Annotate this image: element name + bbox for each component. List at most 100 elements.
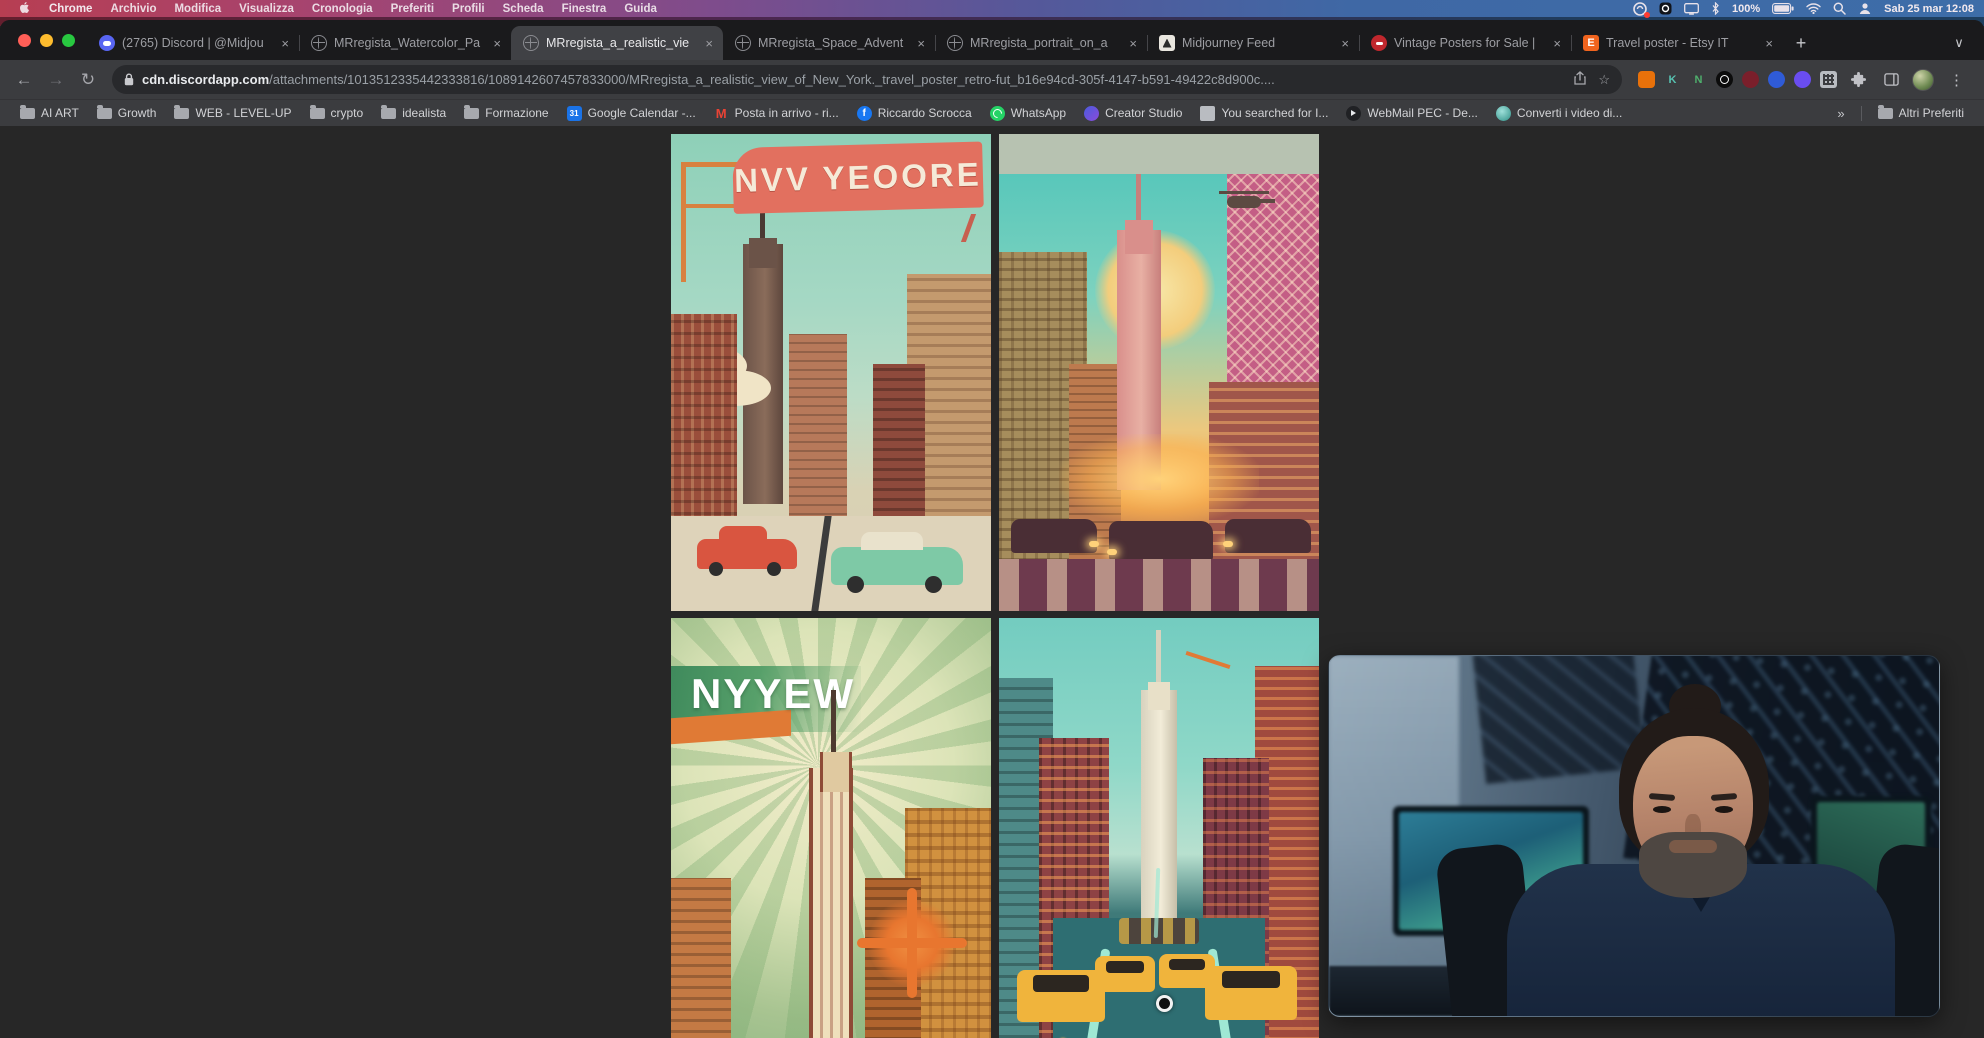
globe-favicon [311, 35, 327, 51]
window-controls [14, 20, 87, 60]
tab-groups-icon[interactable] [1820, 71, 1837, 88]
extension-icon[interactable] [1768, 71, 1785, 88]
bookmark-folder-growth[interactable]: Growth [89, 103, 165, 124]
battery-icon[interactable] [1772, 3, 1794, 14]
side-panel-icon[interactable] [1879, 68, 1903, 92]
apple-menu[interactable] [10, 1, 40, 17]
mouse-cursor [1156, 995, 1173, 1012]
bookmark-folder-idealista[interactable]: idealista [373, 103, 454, 124]
bookmark-folder-formazione[interactable]: Formazione [456, 103, 556, 124]
tab-close-icon[interactable]: × [491, 36, 503, 51]
profile-avatar[interactable] [1912, 69, 1934, 91]
whatsapp-icon [990, 106, 1005, 121]
extension-icon[interactable] [1638, 71, 1655, 88]
apple-icon [19, 1, 31, 14]
menu-profili[interactable]: Profili [443, 3, 494, 15]
tab-portrait[interactable]: MRregista_portrait_on_a × [935, 26, 1147, 60]
menu-archivio[interactable]: Archivio [101, 3, 165, 15]
discord-favicon [99, 35, 115, 51]
lock-icon[interactable] [124, 73, 134, 86]
bookmark-star-icon[interactable]: ☆ [1598, 72, 1610, 88]
tab-search-chevron[interactable]: ∨ [1944, 29, 1974, 57]
close-window-button[interactable] [18, 34, 31, 47]
bookmark-webmail-pec[interactable]: WebMail PEC - De... [1338, 103, 1485, 124]
search-icon[interactable] [1833, 2, 1846, 15]
forward-button[interactable]: → [42, 66, 70, 94]
bookmark-facebook-profile[interactable]: fRiccardo Scrocca [849, 103, 980, 124]
tab-space-adventure[interactable]: MRregista_Space_Advent × [723, 26, 935, 60]
menu-visualizza[interactable]: Visualizza [230, 3, 303, 15]
menu-guida[interactable]: Guida [615, 3, 666, 15]
tab-vintage-posters[interactable]: Vintage Posters for Sale | × [1359, 26, 1571, 60]
extension-icon[interactable] [1794, 71, 1811, 88]
bookmark-video-converter[interactable]: Converti i video di... [1488, 103, 1630, 124]
menu-modifica[interactable]: Modifica [165, 3, 230, 15]
share-icon[interactable] [1574, 71, 1586, 88]
chrome-menu-icon[interactable]: ⋮ [1943, 71, 1970, 89]
poster-top-right [999, 134, 1319, 611]
back-button[interactable]: ← [10, 66, 38, 94]
bookmarks-divider [1861, 106, 1862, 121]
zoom-window-button[interactable] [62, 34, 75, 47]
page-icon [1200, 106, 1215, 121]
tab-watercolor[interactable]: MRregista_Watercolor_Pa × [299, 26, 511, 60]
notification-app-icon[interactable] [1633, 2, 1647, 16]
bookmark-folder-ai-art[interactable]: AI ART [12, 103, 87, 124]
extension-icon[interactable]: N [1690, 71, 1707, 88]
wifi-icon[interactable] [1806, 3, 1821, 14]
tab-close-icon[interactable]: × [703, 36, 715, 51]
extension-icon[interactable] [1742, 71, 1759, 88]
menu-scheda[interactable]: Scheda [494, 3, 553, 15]
tab-close-icon[interactable]: × [1127, 36, 1139, 51]
creator-studio-icon [1084, 106, 1099, 121]
bookmark-whatsapp[interactable]: WhatsApp [982, 103, 1074, 124]
other-bookmarks[interactable]: Altri Preferiti [1870, 103, 1972, 124]
tab-discord[interactable]: (2765) Discord | @Midjou × [87, 26, 299, 60]
tab-close-icon[interactable]: × [1339, 36, 1351, 51]
globe-favicon [947, 35, 963, 51]
extensions-puzzle-icon[interactable] [1846, 68, 1870, 92]
helicopter [1227, 196, 1261, 208]
tab-close-icon[interactable]: × [915, 36, 927, 51]
bookmark-google-calendar[interactable]: 31Google Calendar -... [559, 103, 704, 124]
folder-icon [464, 108, 479, 119]
display-icon[interactable] [1684, 3, 1699, 15]
gmail-icon: M [714, 106, 729, 121]
midjourney-image-grid[interactable]: NVV YEOORE [671, 134, 1319, 1038]
new-tab-button[interactable]: + [1787, 29, 1815, 57]
url-path: /attachments/1013512335442333816/1089142… [269, 72, 1275, 87]
address-bar[interactable]: cdn.discordapp.com/attachments/101351233… [112, 65, 1622, 94]
user-switch-icon[interactable] [1858, 2, 1872, 15]
bluetooth-icon[interactable] [1711, 2, 1720, 15]
page-content: NVV YEOORE [0, 126, 1984, 1038]
tab-strip: (2765) Discord | @Midjou × MRregista_Wat… [0, 20, 1984, 60]
red-vintage-car [697, 539, 797, 569]
bookmark-folder-web-level-up[interactable]: WEB - LEVEL-UP [166, 103, 299, 124]
tab-etsy[interactable]: E Travel poster - Etsy IT × [1571, 26, 1783, 60]
extension-icon[interactable] [1716, 71, 1733, 88]
empire-state-building [809, 768, 853, 1038]
webmail-icon [1346, 106, 1361, 121]
midjourney-feed-favicon [1159, 35, 1175, 51]
notification-badge [1644, 12, 1650, 18]
etsy-favicon: E [1583, 35, 1599, 51]
menubar-clock[interactable]: Sab 25 mar 12:08 [1884, 3, 1974, 15]
minimize-window-button[interactable] [40, 34, 53, 47]
tab-realistic-view-active[interactable]: MRregista_a_realistic_vie × [511, 26, 723, 60]
bookmark-gmail-inbox[interactable]: MPosta in arrivo - ri... [706, 103, 847, 124]
tab-close-icon[interactable]: × [279, 36, 291, 51]
bookmark-folder-crypto[interactable]: crypto [302, 103, 372, 124]
tab-close-icon[interactable]: × [1551, 36, 1563, 51]
onepassword-icon[interactable] [1659, 2, 1672, 15]
menubar-app-name[interactable]: Chrome [40, 3, 101, 15]
tab-midjourney-feed[interactable]: Midjourney Feed × [1147, 26, 1359, 60]
menu-cronologia[interactable]: Cronologia [303, 3, 382, 15]
menu-preferiti[interactable]: Preferiti [382, 3, 443, 15]
bookmarks-overflow-chevron[interactable]: » [1829, 106, 1852, 121]
tab-close-icon[interactable]: × [1763, 36, 1775, 51]
reload-button[interactable]: ↻ [74, 66, 102, 94]
menu-finestra[interactable]: Finestra [553, 3, 616, 15]
bookmark-you-searched[interactable]: You searched for I... [1192, 103, 1336, 124]
extension-icon[interactable]: K [1664, 71, 1681, 88]
bookmark-creator-studio[interactable]: Creator Studio [1076, 103, 1190, 124]
